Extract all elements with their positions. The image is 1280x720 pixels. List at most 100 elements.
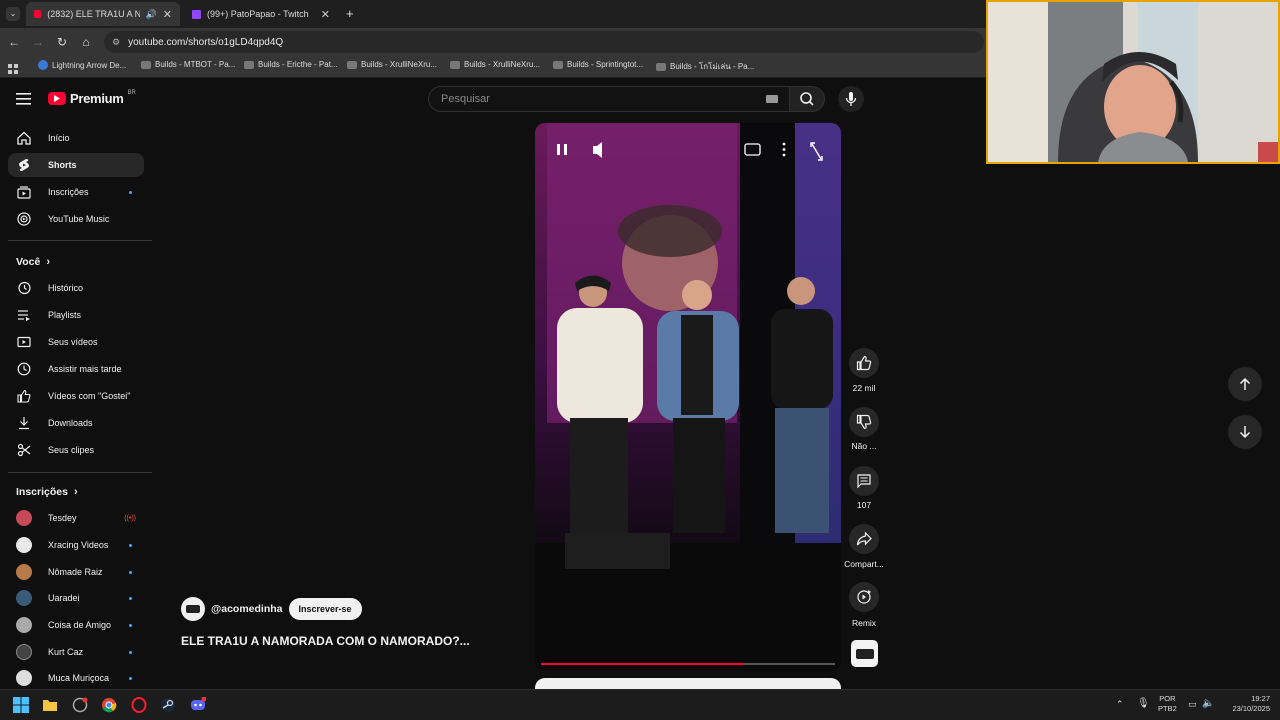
short-video-player[interactable]	[535, 123, 841, 671]
bookmark-favicon-icon	[347, 60, 357, 69]
like-button[interactable]	[849, 348, 879, 378]
menu-icon[interactable]	[16, 92, 32, 106]
sidebar-channel-coisa-de-amigo[interactable]: Coisa de Amigo	[8, 613, 144, 637]
app-icon[interactable]	[72, 697, 88, 713]
sidebar-item-inicio[interactable]: Início	[8, 126, 144, 150]
avatar	[16, 537, 32, 553]
chrome-icon[interactable]	[101, 697, 117, 713]
sidebar-item-label: Vídeos com "Gostei"	[48, 391, 131, 401]
sidebar-item-label: Seus vídeos	[48, 337, 98, 347]
subscriptions-icon	[16, 184, 32, 200]
close-tab-icon[interactable]: ✕	[163, 8, 172, 21]
sidebar-item-seus-videos[interactable]: Seus vídeos	[8, 330, 144, 354]
remix-icon	[857, 590, 871, 604]
share-button[interactable]	[849, 524, 879, 554]
sidebar-channel-muca-muricoca[interactable]: Muca Muriçoca	[8, 666, 144, 690]
channel-info: @acomedinha Inscrever-se	[181, 597, 362, 621]
logo-text: Premium	[70, 91, 124, 106]
tray-chevron-up-icon[interactable]: ⌃	[1116, 699, 1124, 710]
sidebar-channel-tesdey[interactable]: Tesdey ((•))	[8, 506, 144, 530]
sidebar-item-playlists[interactable]: Playlists	[8, 303, 144, 327]
back-icon[interactable]: ←	[6, 34, 22, 50]
forward-icon[interactable]: →	[30, 34, 46, 50]
tab-twitch[interactable]: (99+) PatoPapao - Twitch ✕	[184, 2, 338, 26]
dislike-button[interactable]	[849, 407, 879, 437]
sidebar-item-inscricoes[interactable]: Inscrições	[8, 180, 144, 204]
sidebar-heading-voce[interactable]: Você ›	[16, 256, 50, 268]
sidebar-item-videos-gostei[interactable]: Vídeos com "Gostei"	[8, 384, 144, 408]
home-browser-icon[interactable]: ⌂	[78, 34, 94, 50]
url-text: youtube.com/shorts/o1gLD4qpd4Q	[128, 36, 284, 48]
new-content-dot	[129, 650, 132, 654]
sidebar-item-downloads[interactable]: Downloads	[8, 411, 144, 435]
volume-tray-icon[interactable]: 🔈	[1202, 698, 1214, 709]
bookmark-favicon-icon	[450, 60, 460, 69]
sidebar-item-seus-clipes[interactable]: Seus clipes	[8, 438, 144, 462]
keyboard-icon[interactable]	[766, 95, 778, 103]
sidebar-heading-inscricoes[interactable]: Inscrições ›	[16, 486, 78, 498]
sidebar-channel-kurt-caz[interactable]: Kurt Caz	[8, 640, 144, 664]
liked-icon	[16, 388, 32, 404]
new-tab-icon[interactable]: +	[346, 6, 354, 21]
bookmark-label: Builds - XrulliNeXru...	[361, 60, 438, 69]
opera-icon[interactable]	[131, 697, 147, 713]
tab-youtube[interactable]: (2832) ELE TRA1U A NAMORA 🔊 ✕	[26, 2, 180, 26]
sidebar-item-assistir-mais-tarde[interactable]: Assistir mais tarde	[8, 357, 144, 381]
more-options-icon[interactable]	[782, 142, 786, 157]
bookmark-item[interactable]: Builds - Sprintingtot...	[553, 60, 643, 69]
search-input[interactable]: Pesquisar	[428, 86, 790, 112]
windows-start-icon[interactable]	[13, 697, 29, 713]
tray-microphone-icon[interactable]: 🎙	[1137, 698, 1150, 709]
short-title[interactable]: ELE TRA1U A NAMORADA COM O NAMORADO?...	[181, 634, 470, 648]
reload-icon[interactable]: ↻	[54, 34, 70, 50]
voice-search-button[interactable]	[838, 86, 864, 112]
search-icon	[800, 92, 814, 106]
remix-button[interactable]	[849, 582, 879, 612]
speaker-icon[interactable]: 🔊	[146, 9, 157, 20]
sidebar-channel-uaradei[interactable]: Uaradei	[8, 586, 144, 610]
apps-grid-icon[interactable]	[8, 61, 18, 74]
sidebar-divider	[8, 240, 152, 241]
comments-button[interactable]	[849, 466, 879, 496]
site-info-icon[interactable]: ⚙	[112, 37, 120, 48]
sidebar-item-historico[interactable]: Histórico	[8, 276, 144, 300]
sidebar-item-shorts[interactable]: Shorts	[8, 153, 144, 177]
avatar	[16, 590, 32, 606]
subscribe-button[interactable]: Inscrever-se	[288, 598, 362, 620]
channel-logo-icon	[186, 605, 200, 613]
progress-fill	[541, 663, 744, 665]
taskbar: ⌃ 🎙 POR PTB2 ▭ 🔈 19:27 23/10/2025	[0, 689, 1280, 720]
your-videos-icon	[16, 334, 32, 350]
bookmark-item[interactable]: Lightning Arrow De...	[38, 60, 126, 70]
search-button[interactable]	[789, 86, 825, 112]
file-explorer-icon[interactable]	[42, 697, 58, 713]
next-short-button[interactable]	[1228, 415, 1262, 449]
bookmark-item[interactable]: Builds - XrulliNeXru...	[450, 60, 540, 69]
pause-icon[interactable]	[557, 144, 560, 155]
discord-icon[interactable]	[190, 696, 207, 713]
bookmark-item[interactable]: Builds - โกโม่เล่น - Pa...	[656, 60, 754, 73]
close-tab-icon[interactable]: ✕	[321, 8, 330, 21]
music-icon	[16, 211, 32, 227]
sidebar-channel-nomade-raiz[interactable]: Nômade Raiz	[8, 560, 144, 584]
sidebar-item-youtube-music[interactable]: YouTube Music	[8, 207, 144, 231]
bookmark-item[interactable]: Builds - XrulliNeXru...	[347, 60, 437, 69]
channel-avatar[interactable]	[181, 597, 205, 621]
youtube-premium-logo[interactable]: Premium BR	[48, 89, 136, 106]
watch-later-icon	[16, 361, 32, 377]
steam-icon[interactable]	[160, 697, 176, 713]
arrow-up-icon	[1239, 377, 1251, 390]
bookmark-item[interactable]: Builds - Ericthe - Pat...	[244, 60, 338, 69]
network-icon[interactable]: ▭	[1188, 699, 1197, 710]
previous-short-button[interactable]	[1228, 367, 1262, 401]
bookmark-item[interactable]: Builds - MTBOT - Pa...	[141, 60, 235, 69]
language-indicator[interactable]: POR PTB2	[1158, 694, 1177, 714]
playlists-icon	[16, 307, 32, 323]
address-bar[interactable]: ⚙ youtube.com/shorts/o1gLD4qpd4Q	[104, 31, 984, 53]
clock[interactable]: 19:27 23/10/2025	[1222, 694, 1270, 714]
region-code: BR	[127, 89, 136, 96]
tab-search-icon[interactable]: ⌄	[6, 7, 20, 21]
sound-thumbnail[interactable]	[851, 640, 878, 667]
sidebar-channel-xracing-videos[interactable]: Xracing Videos	[8, 533, 144, 557]
channel-handle[interactable]: @acomedinha	[211, 603, 283, 615]
